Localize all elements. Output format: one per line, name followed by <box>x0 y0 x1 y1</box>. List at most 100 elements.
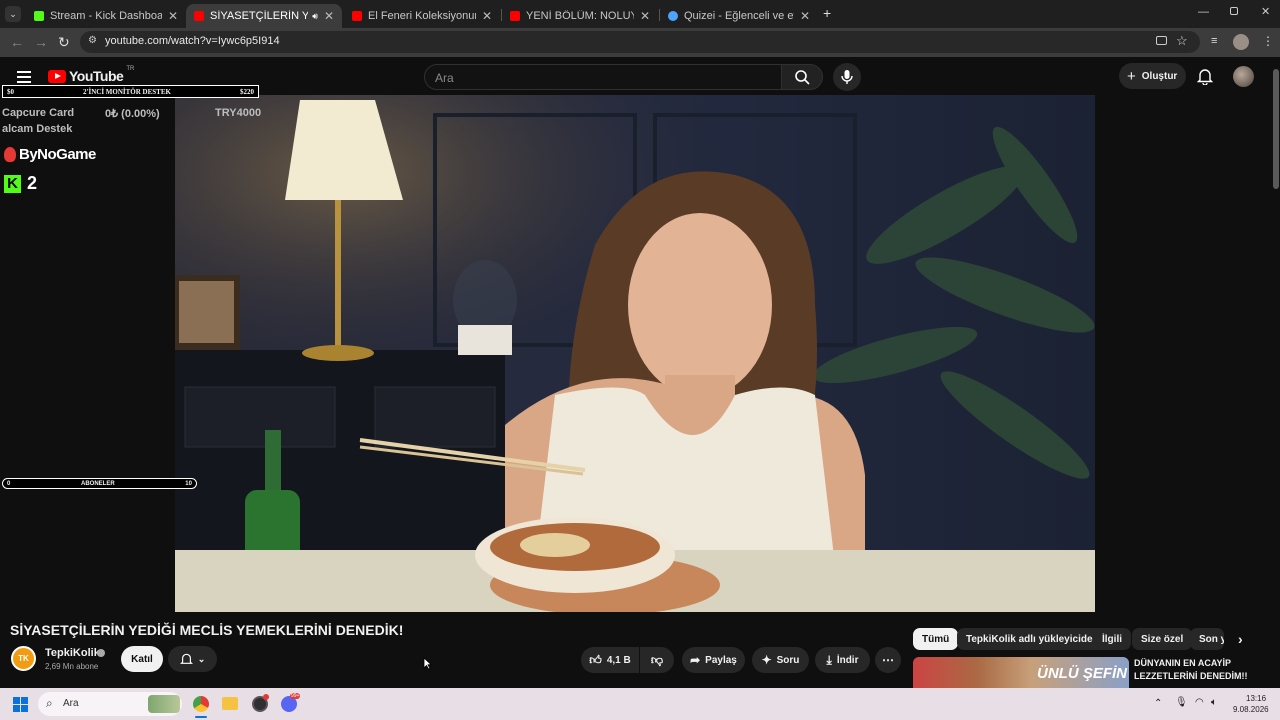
search-highlight-image <box>148 695 180 713</box>
scrollbar-thumb[interactable] <box>1273 69 1279 189</box>
chip-for-you[interactable]: Size özel <box>1132 628 1193 650</box>
restore-window-icon[interactable] <box>1230 7 1238 15</box>
chip-label: Son y <box>1199 633 1224 645</box>
youtube-play-logo-icon <box>48 69 66 83</box>
bynogame-brand-text: ByNoGame <box>19 146 96 163</box>
goal-end-value: $220 <box>240 87 254 96</box>
ask-label: Soru <box>776 654 800 666</box>
chip-label: İlgili <box>1102 633 1122 645</box>
subscribe-notification-button[interactable]: ⌄ <box>168 646 217 672</box>
sparkle-icon: ✦ <box>761 653 772 667</box>
microphone-icon <box>841 70 853 84</box>
channel-avatar[interactable]: TK <box>11 646 36 671</box>
site-info-icon[interactable]: ⚙ <box>88 35 97 46</box>
chips-next-arrow-icon[interactable]: › <box>1238 631 1243 647</box>
close-tab-icon[interactable]: ✕ <box>168 9 178 23</box>
minimize-window-icon[interactable]: — <box>1198 6 1209 18</box>
wifi-icon[interactable]: ◠ <box>1195 697 1204 708</box>
plus-icon: + <box>1127 67 1136 85</box>
back-arrow-icon[interactable]: ← <box>10 34 24 50</box>
browser-tab-quizei[interactable]: Quizei - Eğlenceli ve etkileşimli ✕ <box>660 4 818 28</box>
youtube-region-code: TR <box>126 66 135 72</box>
microphone-tray-icon[interactable]: 🎙︎ <box>1175 697 1188 708</box>
windows-start-icon[interactable] <box>13 697 28 712</box>
page-scrollbar[interactable] <box>1272 57 1280 688</box>
reload-icon[interactable]: ↻ <box>58 34 70 51</box>
clock-date[interactable]: 9.08.2026 <box>1233 705 1269 714</box>
clock-time[interactable]: 13:16 <box>1246 694 1266 703</box>
tab-search-button[interactable]: ⌄ <box>5 6 21 22</box>
voice-search-button[interactable] <box>833 63 861 91</box>
subs-goal-title: ABONELER <box>80 480 115 487</box>
browser-tab-yeni-bolum[interactable]: YENİ BÖLÜM: NOLUYO YA ¿ VS ✕ <box>502 4 658 28</box>
create-button[interactable]: + Oluştur <box>1119 63 1186 89</box>
media-control-icon[interactable]: ≡ <box>1211 35 1217 47</box>
forward-arrow-icon[interactable]: → <box>34 34 48 50</box>
browser-tab-el-feneri[interactable]: El Feneri Koleksiyonumun Favo ✕ <box>344 4 500 28</box>
browser-toolbar: ← → ↻ ⚙ youtube.com/watch?v=Iywc6p5I914 … <box>0 28 1280 57</box>
account-avatar[interactable] <box>1233 66 1254 87</box>
chip-label: Tümü <box>922 633 950 645</box>
browser-tab-active-video[interactable]: SİYASETÇİLERİN YEDİĞİ ME 🔊︎ ✕ <box>186 4 342 28</box>
browser-menu-icon[interactable]: ⋮ <box>1262 34 1274 48</box>
close-window-icon[interactable]: ✕ <box>1261 5 1270 18</box>
notifications-bell-icon[interactable] <box>1196 67 1214 90</box>
close-tab-icon[interactable]: ✕ <box>324 9 334 23</box>
close-tab-icon[interactable]: ✕ <box>482 9 492 23</box>
share-button[interactable]: ➦ Paylaş <box>682 647 745 673</box>
obs-record-badge-icon <box>263 694 269 700</box>
tab-title: Stream - Kick Dashboard <box>50 10 162 22</box>
like-button[interactable]: 👍︎ 4,1 B <box>581 647 639 673</box>
install-app-icon[interactable] <box>1156 36 1167 45</box>
chip-from-uploader[interactable]: TepkiKolik adlı yükleyiciden <box>957 628 1108 650</box>
chip-recent[interactable]: Son y <box>1190 628 1224 650</box>
close-tab-icon[interactable]: ✕ <box>640 9 650 23</box>
taskbar-search[interactable]: ⌕ Ara <box>38 692 182 716</box>
hamburger-menu-icon[interactable] <box>17 71 31 83</box>
tab-title: El Feneri Koleksiyonumun Favo <box>368 10 476 22</box>
channel-avatar-text: TK <box>18 654 29 663</box>
browser-tab-kick-dashboard[interactable]: Stream - Kick Dashboard ✕ <box>26 4 186 28</box>
search-input[interactable]: Ara <box>424 64 782 90</box>
dislike-button[interactable]: 👎︎ <box>640 647 674 673</box>
youtube-logo[interactable]: YouTube TR <box>48 66 135 84</box>
youtube-favicon-icon <box>510 11 520 21</box>
channel-name[interactable]: TepkiKolik <box>45 647 100 659</box>
mouse-cursor-icon <box>423 657 432 670</box>
video-frame-image <box>175 95 1095 612</box>
youtube-logo-text: YouTube <box>69 68 124 84</box>
download-button[interactable]: ⤓ İndir <box>815 647 870 673</box>
more-dots-icon: ⋯ <box>882 653 894 667</box>
goal-progress-bar: $0 2'İNCİ MONİTÖR DESTEK $220 <box>2 85 259 98</box>
speaker-icon[interactable]: 🔊︎ <box>312 11 318 22</box>
recommendation-title-line1[interactable]: DÜNYANIN EN ACAYİP <box>1134 658 1231 668</box>
recommendation-thumbnail[interactable]: ÜNLÜ ŞEFİN <box>913 657 1129 688</box>
discord-notification-badge: 99+ <box>290 693 301 699</box>
profile-avatar[interactable] <box>1233 34 1249 50</box>
search-button[interactable] <box>781 64 823 90</box>
chrome-taskbar-icon[interactable] <box>193 696 209 712</box>
show-hidden-icons-chevron-icon[interactable]: ⌃ <box>1154 698 1162 709</box>
thumbs-up-icon: 👍︎ <box>589 652 602 667</box>
close-tab-icon[interactable]: ✕ <box>800 9 810 23</box>
file-explorer-icon[interactable] <box>222 697 238 710</box>
volume-icon[interactable]: 🔈︎ <box>1211 697 1217 708</box>
chip-label: TepkiKolik adlı yükleyiciden <box>966 633 1099 645</box>
bookmark-star-icon[interactable]: ☆ <box>1176 33 1188 49</box>
new-tab-button[interactable]: + <box>823 5 831 21</box>
kick-logo-icon: K <box>4 174 21 193</box>
video-player[interactable] <box>175 95 1095 612</box>
ask-button[interactable]: ✦ Soru <box>752 647 809 673</box>
video-title: SİYASETÇİLERİN YEDİĞİ MECLİS YEMEKLERİNİ… <box>10 622 404 638</box>
share-label: Paylaş <box>705 654 737 666</box>
goal-start-value: $0 <box>7 87 14 96</box>
chip-all[interactable]: Tümü <box>913 628 959 650</box>
address-bar[interactable]: ⚙ youtube.com/watch?v=Iywc6p5I914 ☆ <box>80 31 1200 53</box>
recommendation-title-line2[interactable]: LEZZETLERİNİ DENEDİM!! <box>1134 671 1248 681</box>
more-actions-button[interactable]: ⋯ <box>875 647 901 673</box>
join-button[interactable]: Katıl <box>121 646 163 672</box>
chip-related[interactable]: İlgili <box>1093 628 1131 650</box>
chip-label: Size özel <box>1141 633 1184 645</box>
url-text[interactable]: youtube.com/watch?v=Iywc6p5I914 <box>105 35 280 47</box>
create-label: Oluştur <box>1141 70 1178 82</box>
